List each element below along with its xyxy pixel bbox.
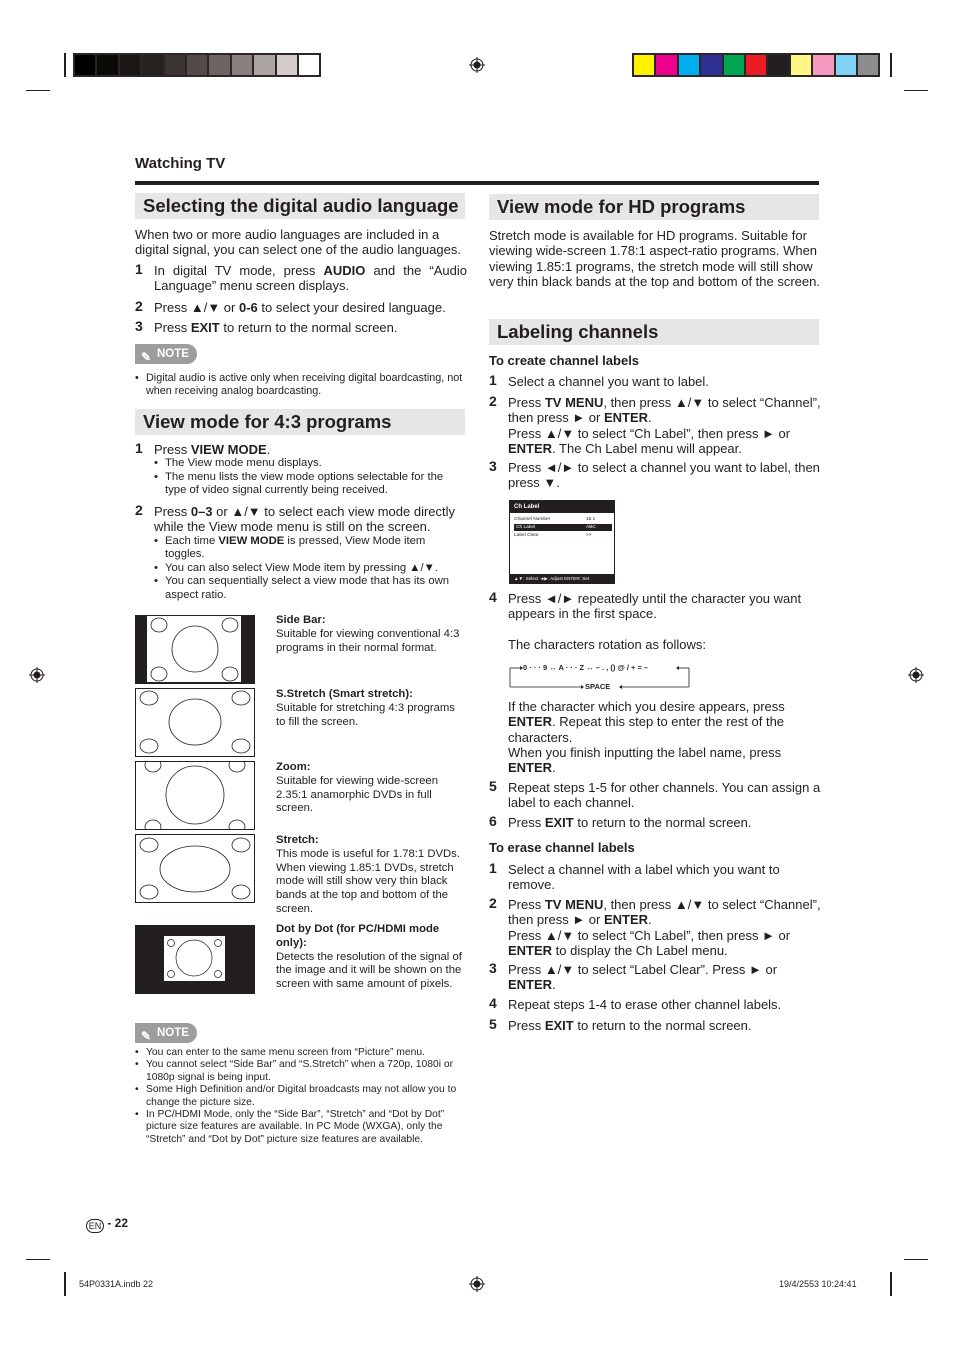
color-swatch: [701, 55, 722, 75]
color-swatch: [745, 55, 767, 75]
audio-step-3: 3 Press EXIT to return to the normal scr…: [135, 318, 398, 335]
color-swatch: [790, 55, 812, 75]
mode-stretch: Stretch: This mode is useful for 1.78:1 D…: [276, 834, 460, 915]
audio-note: Digital audio is active only when receiv…: [135, 372, 467, 398]
erase-labels-subhead: To erase channel labels: [489, 840, 635, 855]
erase-step-1: 1 Select a channel with a label which you…: [489, 860, 780, 893]
create-step-5: 5 Repeat steps 1-5 for other channels. Yo…: [489, 778, 821, 811]
registration-mark-icon: [469, 1276, 485, 1292]
create-step-1: 1 Select a channel you want to label.: [489, 372, 709, 389]
page-number: EN - 22: [86, 1216, 128, 1233]
color-swatch: [75, 55, 96, 75]
create-step-4: 4 Press ◄/► repeatedly until the characte…: [489, 589, 802, 622]
note-badge: ✎ NOTE: [135, 1023, 197, 1043]
color-swatch: [298, 55, 320, 75]
erase-step-2: 2 Press TV MENU, then press ▲/▼ to selec…: [489, 895, 821, 958]
color-swatch: [164, 55, 185, 75]
color-swatch: [209, 55, 230, 75]
paperclip-icon: ✎: [141, 1029, 152, 1043]
crop-mark: [64, 53, 66, 77]
menu-row: Label Clear >>: [514, 533, 592, 538]
header-rule: [135, 181, 819, 185]
crop-mark: [64, 1272, 66, 1296]
create-step-6: 6 Press EXIT to return to the normal scre…: [489, 813, 752, 830]
color-swatch: [857, 55, 879, 75]
ch-label-menu-screenshot: Ch Label Channel Number 15.1 Ch Label ABC …: [509, 500, 615, 584]
mode-side-bar: Side Bar: Suitable for viewing convention…: [276, 614, 460, 654]
mode-s-stretch: S.Stretch (Smart stretch): Suitable for s…: [276, 688, 455, 728]
color-swatch: [231, 55, 253, 75]
color-calibration-bar: [632, 53, 881, 77]
color-swatch: [254, 55, 275, 75]
create-step-3: 3 Press ◄/► to select a channel you want …: [489, 458, 820, 491]
crop-mark: [904, 90, 928, 91]
audio-step-2: 2 Press ▲/▼ or 0-6 to select your desire…: [135, 298, 446, 315]
erase-step-3: 3 Press ▲/▼ to select “Label Clear”. Pres…: [489, 960, 778, 993]
color-swatch: [723, 55, 744, 75]
section-label: Watching TV: [135, 155, 226, 172]
crop-mark: [26, 90, 50, 91]
view43-step-1: 1 Press VIEW MODE. The View mode menu di…: [135, 440, 467, 498]
menu-footer: ▲▼: Select ◄▶: Adjust ENTER: Set: [510, 574, 614, 583]
color-swatch: [813, 55, 834, 75]
menu-row: Channel Number 15.1: [514, 517, 596, 522]
color-swatch: [835, 55, 856, 75]
color-swatch: [142, 55, 163, 75]
create-step-2: 2 Press TV MENU, then press ▲/▼ to selec…: [489, 393, 821, 456]
hd-body: Stretch mode is available for HD program…: [489, 228, 820, 289]
registration-mark-icon: [908, 667, 924, 683]
color-swatch: [97, 55, 118, 75]
audio-step-1: 1 In digital TV mode, press AUDIO and th…: [135, 261, 467, 294]
rotation-intro: The characters rotation as follows:: [508, 637, 706, 652]
rotation-sequence: 0 · · · 9 ↔ A · · · Z ↔ – . , () @ / + =…: [523, 663, 649, 672]
heading-labeling-channels: Labeling channels: [489, 319, 819, 345]
heading-audio-language: Selecting the digital audio language: [135, 193, 465, 219]
character-rotation-diagram: 0 · · · 9 ↔ A · · · Z ↔ – . , () @ / + =…: [509, 661, 691, 693]
color-swatch: [276, 55, 297, 75]
s-stretch-mode-image: [135, 688, 255, 757]
note-badge: ✎ NOTE: [135, 344, 197, 364]
erase-step-5: 5 Press EXIT to return to the normal scre…: [489, 1016, 752, 1033]
view43-step-2: 2 Press 0–3 or ▲/▼ to select each view m…: [135, 502, 467, 603]
dot-by-dot-mode-image: [135, 925, 255, 994]
menu-row-selected: Ch Label ABC: [514, 524, 612, 531]
audio-intro: When two or more audio languages are inc…: [135, 227, 461, 258]
print-timestamp: 19/4/2553 10:24:41: [779, 1279, 857, 1289]
color-swatch: [186, 55, 208, 75]
mode-dot-by-dot: Dot by Dot (for PC/HDMI mode only): Detec…: [276, 923, 462, 991]
create-labels-subhead: To create channel labels: [489, 353, 640, 368]
crop-mark: [904, 1259, 928, 1260]
file-slug: 54P0331A.indb 22: [79, 1279, 154, 1289]
language-en-icon: EN: [86, 1219, 104, 1233]
color-swatch: [678, 55, 700, 75]
stretch-mode-image: [135, 834, 255, 903]
crop-mark: [890, 1272, 892, 1296]
paperclip-icon: ✎: [141, 350, 152, 364]
crop-mark: [890, 53, 892, 77]
mode-zoom: Zoom: Suitable for viewing wide-screen 2.…: [276, 761, 439, 815]
color-swatch: [768, 55, 789, 75]
heading-view-43: View mode for 4:3 programs: [135, 409, 465, 435]
crop-mark: [26, 1259, 50, 1260]
menu-title: Ch Label: [510, 501, 614, 513]
view43-notes: You can enter to the same menu screen fr…: [135, 1047, 469, 1146]
registration-mark-icon: [469, 57, 485, 73]
erase-step-4: 4 Repeat steps 1-4 to erase other channel…: [489, 995, 782, 1012]
color-swatch: [656, 55, 677, 75]
registration-mark-icon: [29, 667, 45, 683]
gray-calibration-bar: [73, 53, 322, 77]
color-swatch: [119, 55, 141, 75]
color-swatch: [634, 55, 655, 75]
create-step-4-continued: If the character which you desire appear…: [508, 699, 785, 776]
zoom-mode-image: [135, 761, 255, 830]
side-bar-mode-image: [135, 615, 255, 684]
heading-hd-programs: View mode for HD programs: [489, 194, 819, 220]
rotation-space: SPACE: [585, 682, 611, 691]
